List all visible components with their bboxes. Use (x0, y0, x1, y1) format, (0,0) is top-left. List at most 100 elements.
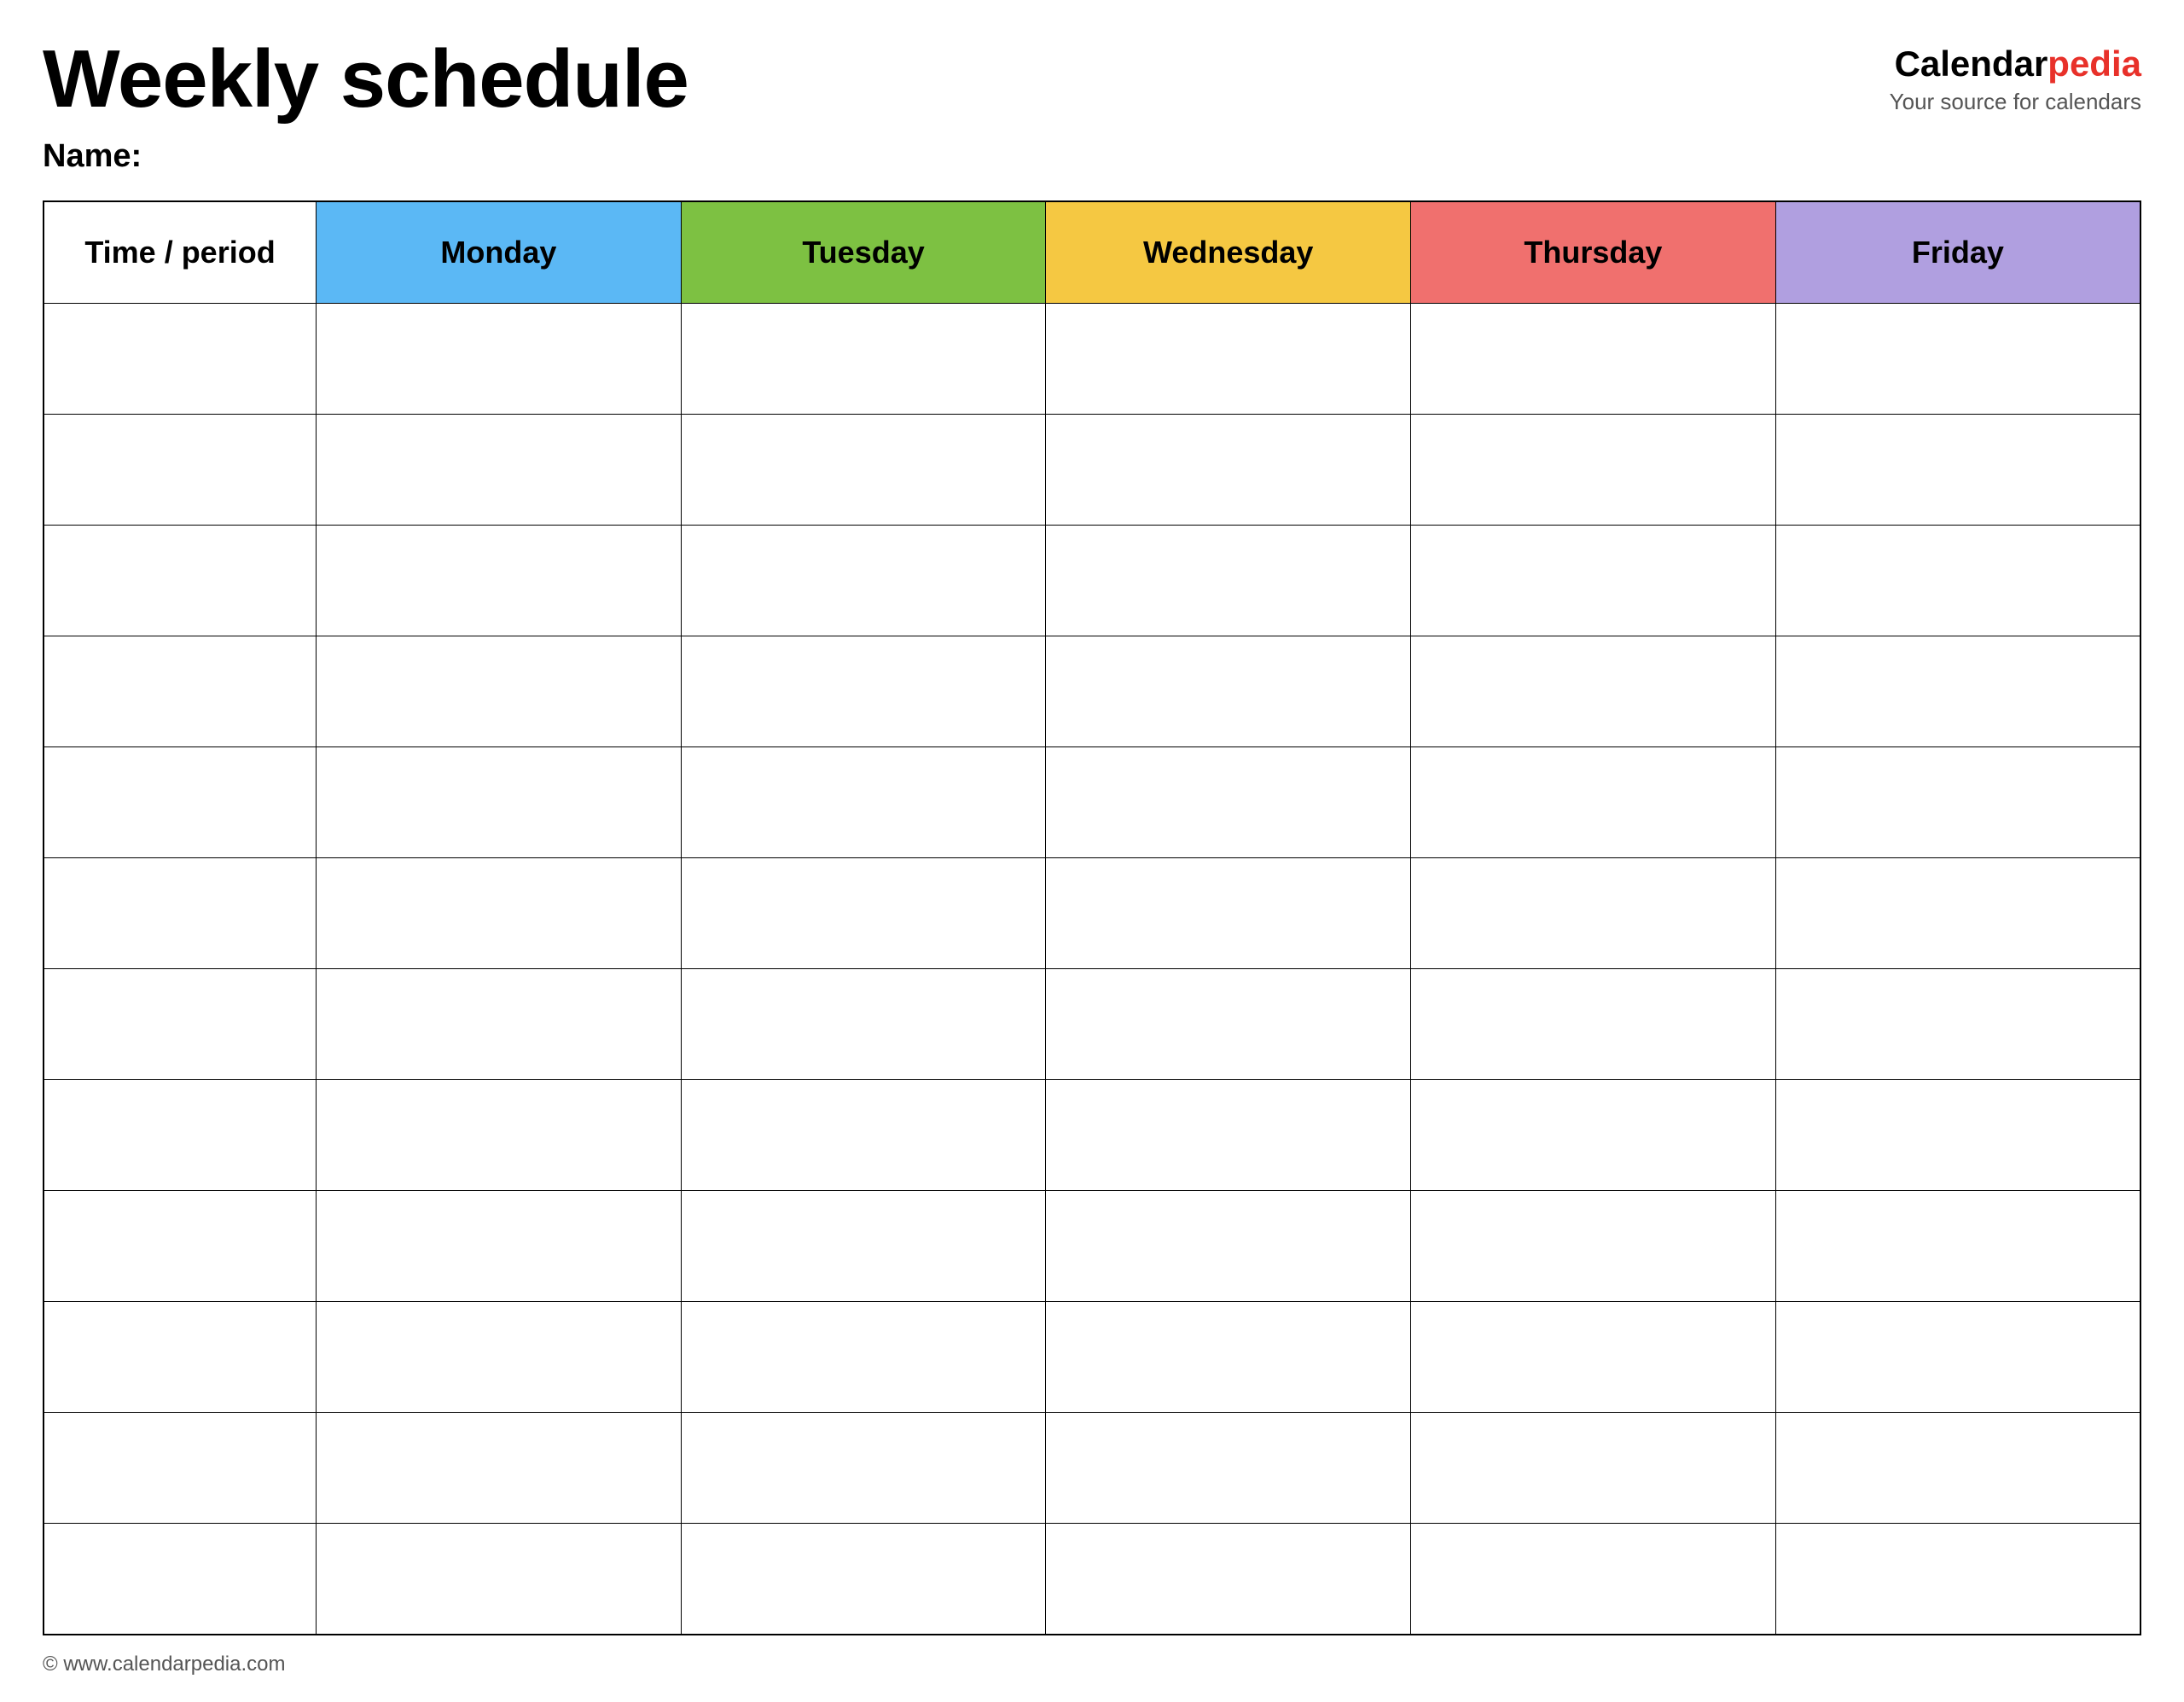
schedule-cell[interactable] (317, 636, 682, 747)
schedule-cell[interactable] (1046, 747, 1411, 858)
schedule-cell[interactable] (681, 1302, 1046, 1413)
schedule-cell[interactable] (1046, 1191, 1411, 1302)
table-row[interactable] (44, 415, 2140, 526)
table-row[interactable] (44, 636, 2140, 747)
schedule-cell[interactable] (681, 1524, 1046, 1635)
schedule-cell[interactable] (1775, 747, 2140, 858)
schedule-cell[interactable] (317, 415, 682, 526)
schedule-cell[interactable] (1411, 1191, 1776, 1302)
schedule-cell[interactable] (1046, 1080, 1411, 1191)
schedule-cell[interactable] (317, 304, 682, 415)
schedule-cell[interactable] (317, 1191, 682, 1302)
schedule-cell[interactable] (317, 1413, 682, 1524)
schedule-cell[interactable] (1775, 526, 2140, 636)
schedule-body (44, 304, 2140, 1635)
schedule-cell[interactable] (1046, 1302, 1411, 1413)
schedule-cell[interactable] (317, 1080, 682, 1191)
schedule-cell[interactable] (1775, 1080, 2140, 1191)
header-row: Time / period Monday Tuesday Wednesday T… (44, 201, 2140, 304)
schedule-cell[interactable] (1046, 1524, 1411, 1635)
schedule-cell[interactable] (1046, 304, 1411, 415)
col-header-monday: Monday (317, 201, 682, 304)
header-section: Weekly schedule Name: Calendarpedia Your… (43, 34, 2141, 175)
time-cell[interactable] (44, 747, 317, 858)
time-cell[interactable] (44, 1080, 317, 1191)
logo-area: Calendarpedia Your source for calendars (1890, 34, 2141, 115)
schedule-cell[interactable] (1775, 1413, 2140, 1524)
col-header-wednesday: Wednesday (1046, 201, 1411, 304)
schedule-cell[interactable] (1411, 1524, 1776, 1635)
time-cell[interactable] (44, 636, 317, 747)
schedule-cell[interactable] (1775, 1302, 2140, 1413)
time-cell[interactable] (44, 304, 317, 415)
col-header-friday: Friday (1775, 201, 2140, 304)
schedule-cell[interactable] (681, 1080, 1046, 1191)
time-cell[interactable] (44, 1302, 317, 1413)
schedule-cell[interactable] (1411, 747, 1776, 858)
schedule-cell[interactable] (1775, 1191, 2140, 1302)
schedule-cell[interactable] (1411, 1413, 1776, 1524)
table-row[interactable] (44, 969, 2140, 1080)
table-row[interactable] (44, 1302, 2140, 1413)
schedule-cell[interactable] (681, 747, 1046, 858)
schedule-cell[interactable] (1046, 858, 1411, 969)
schedule-cell[interactable] (1411, 858, 1776, 969)
schedule-cell[interactable] (1411, 1080, 1776, 1191)
page-title: Weekly schedule (43, 34, 1890, 125)
table-row[interactable] (44, 858, 2140, 969)
schedule-cell[interactable] (317, 969, 682, 1080)
table-row[interactable] (44, 1191, 2140, 1302)
schedule-cell[interactable] (681, 969, 1046, 1080)
logo-text: Calendarpedia (1890, 43, 2141, 85)
schedule-cell[interactable] (1411, 526, 1776, 636)
schedule-cell[interactable] (317, 1302, 682, 1413)
table-row[interactable] (44, 304, 2140, 415)
schedule-cell[interactable] (1411, 415, 1776, 526)
schedule-cell[interactable] (317, 526, 682, 636)
schedule-cell[interactable] (1046, 415, 1411, 526)
schedule-cell[interactable] (681, 526, 1046, 636)
time-cell[interactable] (44, 526, 317, 636)
schedule-cell[interactable] (1046, 969, 1411, 1080)
time-cell[interactable] (44, 415, 317, 526)
schedule-cell[interactable] (681, 636, 1046, 747)
schedule-cell[interactable] (317, 1524, 682, 1635)
time-cell[interactable] (44, 1524, 317, 1635)
schedule-cell[interactable] (681, 415, 1046, 526)
logo-tagline: Your source for calendars (1890, 89, 2141, 115)
schedule-cell[interactable] (317, 747, 682, 858)
schedule-cell[interactable] (1411, 1302, 1776, 1413)
footer-url: © www.calendarpedia.com (43, 1653, 285, 1676)
schedule-cell[interactable] (681, 304, 1046, 415)
schedule-cell[interactable] (1775, 969, 2140, 1080)
schedule-cell[interactable] (1411, 304, 1776, 415)
title-area: Weekly schedule Name: (43, 34, 1890, 175)
time-cell[interactable] (44, 969, 317, 1080)
time-cell[interactable] (44, 858, 317, 969)
schedule-cell[interactable] (681, 1191, 1046, 1302)
table-row[interactable] (44, 1413, 2140, 1524)
table-row[interactable] (44, 747, 2140, 858)
schedule-cell[interactable] (1775, 858, 2140, 969)
schedule-cell[interactable] (317, 858, 682, 969)
schedule-cell[interactable] (681, 858, 1046, 969)
table-row[interactable] (44, 1524, 2140, 1635)
schedule-cell[interactable] (681, 1413, 1046, 1524)
time-cell[interactable] (44, 1413, 317, 1524)
col-header-tuesday: Tuesday (681, 201, 1046, 304)
schedule-cell[interactable] (1411, 969, 1776, 1080)
schedule-cell[interactable] (1775, 415, 2140, 526)
schedule-cell[interactable] (1411, 636, 1776, 747)
schedule-cell[interactable] (1046, 526, 1411, 636)
schedule-table: Time / period Monday Tuesday Wednesday T… (43, 200, 2141, 1635)
table-row[interactable] (44, 1080, 2140, 1191)
schedule-cell[interactable] (1046, 1413, 1411, 1524)
time-cell[interactable] (44, 1191, 317, 1302)
schedule-cell[interactable] (1046, 636, 1411, 747)
col-header-time: Time / period (44, 201, 317, 304)
schedule-cell[interactable] (1775, 1524, 2140, 1635)
table-row[interactable] (44, 526, 2140, 636)
col-header-thursday: Thursday (1411, 201, 1776, 304)
schedule-cell[interactable] (1775, 636, 2140, 747)
schedule-cell[interactable] (1775, 304, 2140, 415)
